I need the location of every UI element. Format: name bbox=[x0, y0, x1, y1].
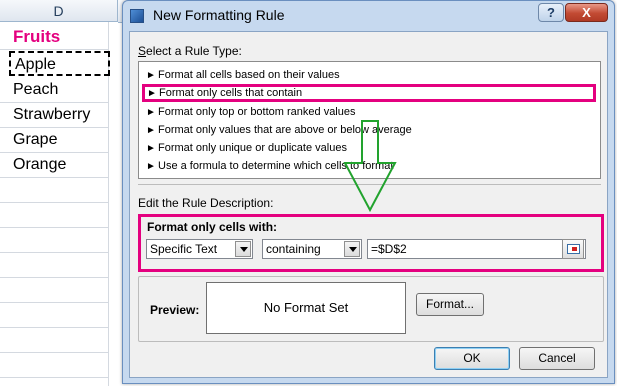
column-header-d[interactable]: D bbox=[0, 0, 118, 22]
cell-d4[interactable]: Strawberry bbox=[0, 103, 108, 128]
cell-d5[interactable]: Grape bbox=[0, 128, 108, 153]
cell-d11[interactable] bbox=[0, 278, 108, 303]
rule-type-label: Use a formula to determine which cells t… bbox=[158, 160, 394, 172]
rule-type-label: Format all cells based on their values bbox=[158, 69, 340, 81]
cell-d1[interactable]: Fruits bbox=[0, 25, 108, 50]
cell-d8[interactable] bbox=[0, 203, 108, 228]
cell-d3[interactable]: Peach bbox=[0, 78, 108, 103]
close-button[interactable]: X bbox=[565, 3, 608, 22]
dialog-body: Select a Rule Type: ► Format all cells ba… bbox=[129, 31, 608, 378]
cell-d6[interactable]: Orange bbox=[0, 153, 108, 178]
rule-type-list[interactable]: ► Format all cells based on their values … bbox=[138, 61, 601, 179]
cell-d12[interactable] bbox=[0, 303, 108, 328]
select-rule-type-label: Select a Rule Type: bbox=[138, 44, 242, 58]
chevron-down-icon[interactable] bbox=[235, 241, 251, 257]
column-gridline bbox=[108, 22, 109, 386]
rule-type-item-selected[interactable]: ► Format only cells that contain bbox=[142, 84, 596, 102]
edit-rule-description-label: Edit the Rule Description: bbox=[138, 196, 274, 210]
rule-type-label: Format only cells that contain bbox=[159, 87, 303, 99]
rule-type-item[interactable]: ► Format all cells based on their values bbox=[146, 66, 340, 84]
select-rule-type-label-rest: elect a Rule Type: bbox=[146, 44, 242, 58]
chevron-down-icon[interactable] bbox=[344, 241, 360, 257]
reference-value-input[interactable]: =$D$2 bbox=[367, 239, 586, 259]
rule-type-item[interactable]: ► Format only top or bottom ranked values bbox=[146, 103, 355, 121]
rule-type-label: Format only values that are above or bel… bbox=[158, 124, 412, 136]
cancel-button[interactable]: Cancel bbox=[519, 347, 595, 370]
cell-d14[interactable] bbox=[0, 353, 108, 378]
rule-description-panel: Format only cells with: Specific Text co… bbox=[138, 214, 604, 272]
preview-group: Preview: No Format Set Format... bbox=[138, 276, 604, 342]
dialog-titlebar[interactable]: New Formatting Rule ? X bbox=[123, 1, 614, 31]
format-only-cells-with-label: Format only cells with: bbox=[147, 220, 278, 234]
preview-box: No Format Set bbox=[206, 282, 406, 334]
dialog-title: New Formatting Rule bbox=[153, 7, 285, 23]
rule-type-label: Format only unique or duplicate values bbox=[158, 142, 347, 154]
operator-value: containing bbox=[266, 242, 321, 256]
rule-type-item[interactable]: ► Use a formula to determine which cells … bbox=[146, 157, 393, 175]
dialog-app-icon bbox=[130, 9, 144, 23]
range-select-icon bbox=[567, 244, 580, 254]
collapse-dialog-button[interactable] bbox=[562, 239, 584, 259]
help-button[interactable]: ? bbox=[538, 3, 564, 22]
rule-type-item[interactable]: ► Format only values that are above or be… bbox=[146, 121, 412, 139]
cell-d2-copy-selection[interactable]: Apple bbox=[9, 51, 110, 76]
operator-dropdown[interactable]: containing bbox=[262, 239, 362, 259]
cell-d7[interactable] bbox=[0, 178, 108, 203]
cell-d9[interactable] bbox=[0, 228, 108, 253]
section-divider bbox=[138, 184, 601, 185]
rule-type-item[interactable]: ► Format only unique or duplicate values bbox=[146, 139, 347, 157]
ok-button[interactable]: OK bbox=[434, 347, 510, 370]
condition-type-value: Specific Text bbox=[150, 242, 218, 256]
cell-d10[interactable] bbox=[0, 253, 108, 278]
format-button[interactable]: Format... bbox=[416, 293, 484, 316]
condition-type-dropdown[interactable]: Specific Text bbox=[146, 239, 253, 259]
new-formatting-rule-dialog: New Formatting Rule ? X Select a Rule Ty… bbox=[122, 0, 615, 384]
cell-d13[interactable] bbox=[0, 328, 108, 353]
rule-type-label: Format only top or bottom ranked values bbox=[158, 106, 356, 118]
preview-label: Preview: bbox=[150, 303, 200, 317]
